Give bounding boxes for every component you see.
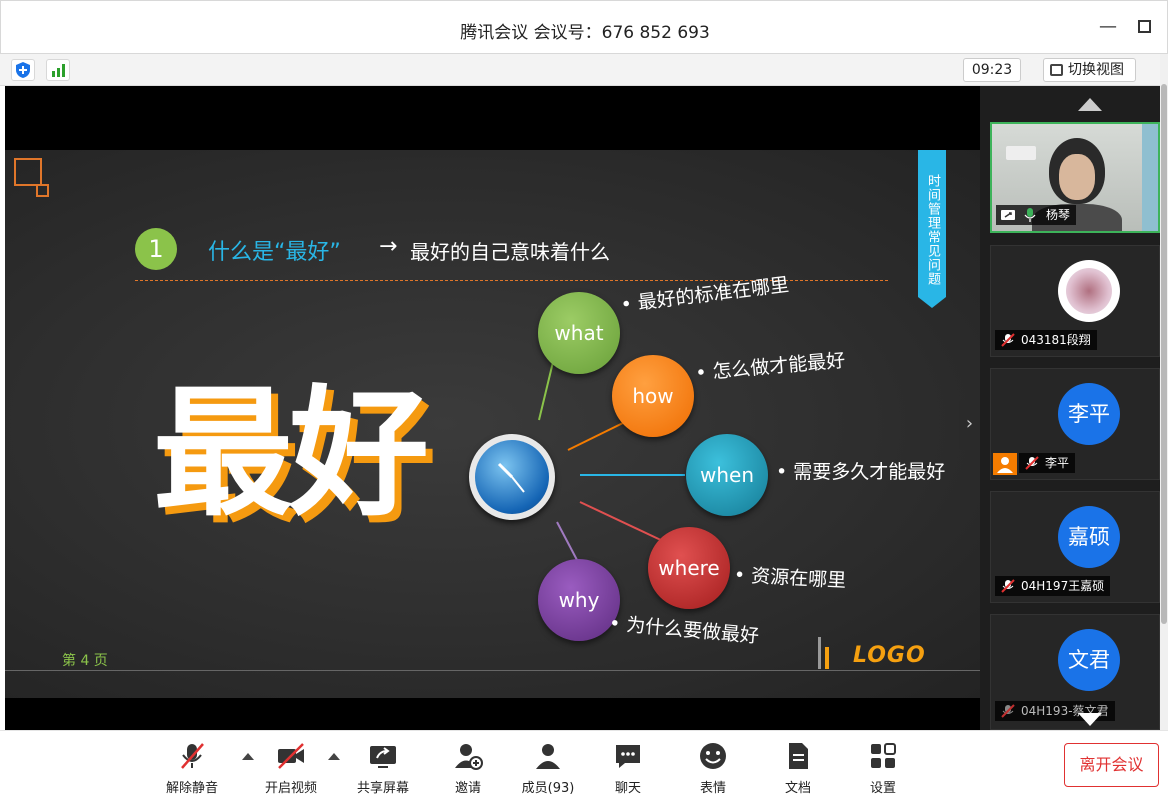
slide-footer-line [5, 670, 980, 671]
control-bar: 解除静音 开启视频 共享屏幕 邀请 成员(93) 聊天 表情 文档 设置 离开会… [0, 730, 1168, 801]
mic-muted-icon [181, 743, 204, 769]
settings-grid-icon [871, 743, 896, 768]
window-title: 腾讯会议 会议号：676 852 693 [460, 23, 710, 43]
bubble-when: when [686, 434, 768, 516]
switch-view-button[interactable]: 切换视图 [1043, 58, 1136, 82]
minimize-icon[interactable]: — [1096, 15, 1120, 39]
participant-label: 杨琴 [996, 205, 1077, 225]
emoji-icon [700, 743, 726, 769]
collapse-sidebar-button[interactable]: › [959, 400, 980, 450]
participant-tile[interactable]: 043181段翔 [990, 245, 1160, 357]
bubble-where: where [648, 527, 730, 609]
participant-label: 04H197王嘉硕 [995, 576, 1111, 596]
participant-tile[interactable]: 李平 李平 [990, 368, 1160, 480]
members-icon [536, 744, 560, 769]
participant-label: 李平 [1019, 453, 1076, 473]
avatar: 李平 [1058, 383, 1120, 445]
share-screen-button[interactable]: 共享屏幕 [343, 737, 423, 796]
signal-strength-icon[interactable] [46, 59, 70, 81]
mic-on-icon [1024, 208, 1036, 222]
participant-label: 043181段翔 [995, 330, 1097, 350]
chat-button[interactable]: 聊天 [588, 737, 668, 796]
title-bar: 腾讯会议 会议号：676 852 693 — [0, 0, 1168, 54]
mic-muted-icon [1001, 333, 1015, 347]
bubble-how: how [612, 355, 694, 437]
leave-meeting-button[interactable]: 离开会议 [1064, 743, 1159, 787]
bullet-when: • 需要多久才能最好 [776, 461, 946, 483]
participant-name: 04H197王嘉硕 [1021, 579, 1105, 593]
security-shield-icon[interactable] [11, 59, 35, 81]
maximize-icon[interactable] [1132, 15, 1156, 39]
bullet-where: • 资源在哪里 [733, 564, 847, 592]
mic-muted-icon [1001, 579, 1015, 593]
switch-view-icon [1050, 64, 1063, 76]
meeting-toolbar: 09:23 切换视图 [0, 54, 1160, 86]
participant-name: 杨琴 [1046, 208, 1071, 222]
participant-tile-video[interactable]: 杨琴 [990, 122, 1160, 233]
docs-button[interactable]: 文档 [758, 737, 838, 796]
logo-divider-accent [825, 647, 829, 669]
unmute-button[interactable]: 解除静音 [152, 737, 232, 796]
participant-tile[interactable]: 嘉硕 04H197王嘉硕 [990, 491, 1160, 603]
scroll-up-icon[interactable] [1078, 98, 1102, 111]
mic-muted-icon [1001, 704, 1015, 718]
invite-button[interactable]: 邀请 [428, 737, 508, 796]
invite-icon [455, 744, 483, 770]
connector-lines [538, 361, 685, 561]
start-video-button[interactable]: 开启视频 [251, 737, 331, 796]
logo-divider [818, 637, 821, 669]
meeting-timer: 09:23 [963, 58, 1021, 82]
avatar [1058, 260, 1120, 322]
chat-icon [616, 745, 640, 768]
host-icon [993, 453, 1017, 475]
person-face-graphic [1059, 154, 1095, 200]
page-number: 第 4 页 [62, 653, 108, 669]
video-off-icon [278, 743, 304, 769]
window-graphic [1142, 124, 1158, 231]
members-button[interactable]: 成员(93) [508, 737, 588, 796]
screen-share-icon [1001, 210, 1015, 220]
avatar: 文君 [1058, 629, 1120, 691]
clock-graphic [469, 434, 555, 520]
presentation-slide: 时间管理常见问题 1 什么是“最好” → 最好的自己意味着什么 最好 what … [5, 150, 980, 698]
switch-view-label: 切换视图 [1068, 62, 1124, 78]
participant-gallery: 杨琴 043181段翔 李平 李平 嘉硕 04H197王嘉硕 文君 04H193… [980, 86, 1160, 730]
participant-name: 李平 [1045, 456, 1070, 470]
slide-logo: LOGO [853, 643, 926, 668]
participant-name: 043181段翔 [1021, 333, 1091, 347]
document-icon [789, 743, 808, 769]
participant-tile[interactable]: 文君 04H193-蔡文君 [990, 614, 1160, 730]
video-options-caret-icon[interactable] [328, 753, 340, 760]
scroll-down-icon[interactable] [1078, 713, 1102, 726]
share-screen-icon [370, 746, 396, 768]
mic-muted-icon [1025, 456, 1039, 470]
avatar: 嘉硕 [1058, 506, 1120, 568]
air-conditioner-graphic [1006, 146, 1036, 160]
window-scrollbar[interactable] [1160, 54, 1168, 730]
bubble-what: what [538, 292, 620, 374]
settings-button[interactable]: 设置 [843, 737, 923, 796]
shared-screen-area[interactable]: 时间管理常见问题 1 什么是“最好” → 最好的自己意味着什么 最好 what … [5, 86, 980, 730]
reactions-button[interactable]: 表情 [673, 737, 753, 796]
